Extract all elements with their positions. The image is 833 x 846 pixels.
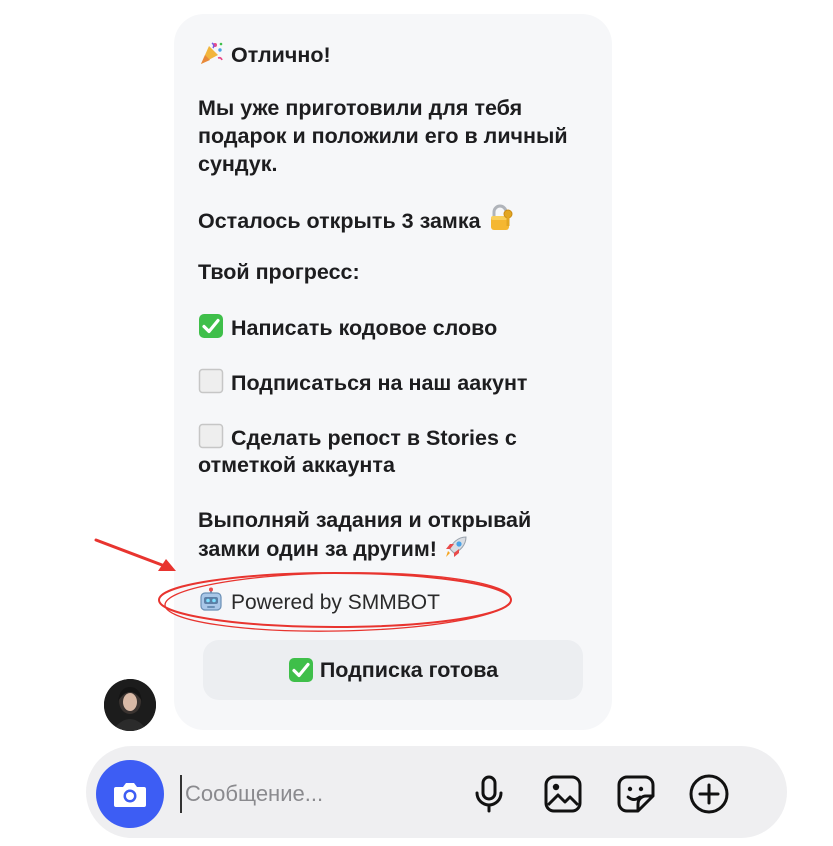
greeting-text: Отлично!: [231, 43, 331, 67]
check-mark-button-icon: [198, 313, 224, 339]
avatar[interactable]: [104, 679, 156, 731]
white-square-icon: [198, 423, 224, 449]
task-item-3-continued: отметкой аккаунта: [198, 453, 395, 477]
message-line-outro-1: Выполняй задания и открывай: [198, 508, 532, 532]
robot-icon: [198, 587, 224, 613]
task-label: Подписаться на наш аакунт: [231, 371, 528, 395]
message-line-intro-3: сундук.: [198, 152, 278, 176]
image-icon: [544, 775, 582, 813]
task-label: Сделать репост в Stories с: [231, 426, 517, 450]
locked-with-key-icon: [487, 204, 515, 232]
camera-button[interactable]: [96, 760, 164, 828]
white-square-icon: [198, 368, 224, 394]
message-line-header: Отлично!: [198, 40, 331, 69]
locks-text: Осталось открыть 3 замка: [198, 209, 481, 233]
task-item-2: Подписаться на наш аакунт: [198, 368, 527, 397]
task-item-3: Сделать репост в Stories с: [198, 423, 517, 452]
subscription-ready-button[interactable]: Подписка готова: [203, 640, 583, 700]
sticker-button[interactable]: [614, 772, 658, 816]
rocket-icon: [443, 534, 469, 560]
message-line-intro-2: подарок и положили его в личный: [198, 124, 568, 148]
powered-by-text: Powered by SMMBOT: [231, 591, 440, 614]
annotation-arrow: [94, 538, 176, 571]
subscription-ready-label: Подписка готова: [319, 657, 499, 682]
party-popper-icon: [198, 40, 224, 66]
avatar-image: [104, 679, 156, 731]
message-input[interactable]: [180, 775, 455, 813]
check-mark-button-icon: [288, 657, 314, 683]
message-line-outro-2: замки один за другим!: [198, 534, 476, 563]
message-line-intro-1: Мы уже приготовили для тебя: [198, 96, 523, 120]
gallery-button[interactable]: [541, 772, 585, 816]
progress-heading: Твой прогресс:: [198, 260, 360, 284]
task-label: Написать кодовое слово: [231, 316, 498, 340]
add-button[interactable]: [687, 772, 731, 816]
outro-text: замки один за другим!: [198, 537, 437, 561]
powered-by-line: Powered by SMMBOT: [198, 587, 440, 617]
microphone-icon: [475, 775, 503, 813]
plus-icon: [689, 774, 729, 814]
microphone-button[interactable]: [467, 772, 511, 816]
sticker-icon: [617, 775, 655, 813]
chat-screen: Отлично! Мы уже приготовили для тебя под…: [0, 0, 833, 846]
camera-icon: [114, 783, 146, 807]
task-item-1: Написать кодовое слово: [198, 313, 497, 342]
message-line-locks: Осталось открыть 3 замка: [198, 204, 522, 235]
